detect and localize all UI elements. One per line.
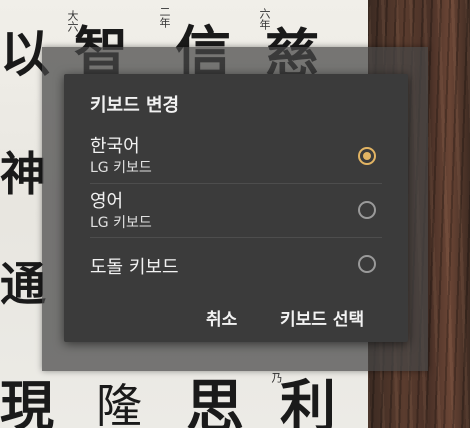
option-subtitle: LG 키보드	[90, 215, 152, 231]
wallpaper-glyph: 利	[280, 374, 336, 428]
option-name: 영어	[90, 191, 124, 212]
select-keyboard-button[interactable]: 키보드 선택	[280, 305, 364, 330]
option-subtitle: LG 키보드	[90, 160, 152, 176]
wallpaper-small-glyph: 二年	[158, 6, 171, 28]
option-name: 도돌 키보드	[90, 257, 179, 278]
divider	[90, 237, 382, 238]
option-korean[interactable]: 한국어 LG 키보드	[64, 130, 408, 182]
option-name: 한국어	[90, 136, 140, 157]
divider	[90, 183, 382, 184]
radio-unselected-icon[interactable]	[358, 255, 376, 273]
wallpaper-glyph: 隆	[96, 379, 142, 428]
cancel-button[interactable]: 취소	[206, 305, 237, 330]
radio-dot-icon	[363, 152, 371, 160]
wallpaper-small-glyph: 乃	[270, 372, 283, 383]
option-english[interactable]: 영어 LG 키보드	[64, 185, 408, 237]
dialog-title: 키보드 변경	[90, 95, 180, 116]
keyboard-change-dialog: 키보드 변경 한국어 LG 키보드 영어 LG 키보드 도돌 키보드 취소 키보…	[64, 74, 408, 342]
radio-unselected-icon[interactable]	[358, 201, 376, 219]
wallpaper-small-glyph: 大六	[66, 10, 79, 32]
wallpaper-glyph: 神	[0, 147, 46, 201]
wallpaper-small-glyph: 六年	[258, 8, 271, 30]
wallpaper-glyph: 通	[0, 257, 46, 311]
wallpaper-glyph: 現	[0, 374, 54, 428]
option-dodol[interactable]: 도돌 키보드	[64, 239, 408, 287]
radio-selected-icon[interactable]	[358, 147, 376, 165]
